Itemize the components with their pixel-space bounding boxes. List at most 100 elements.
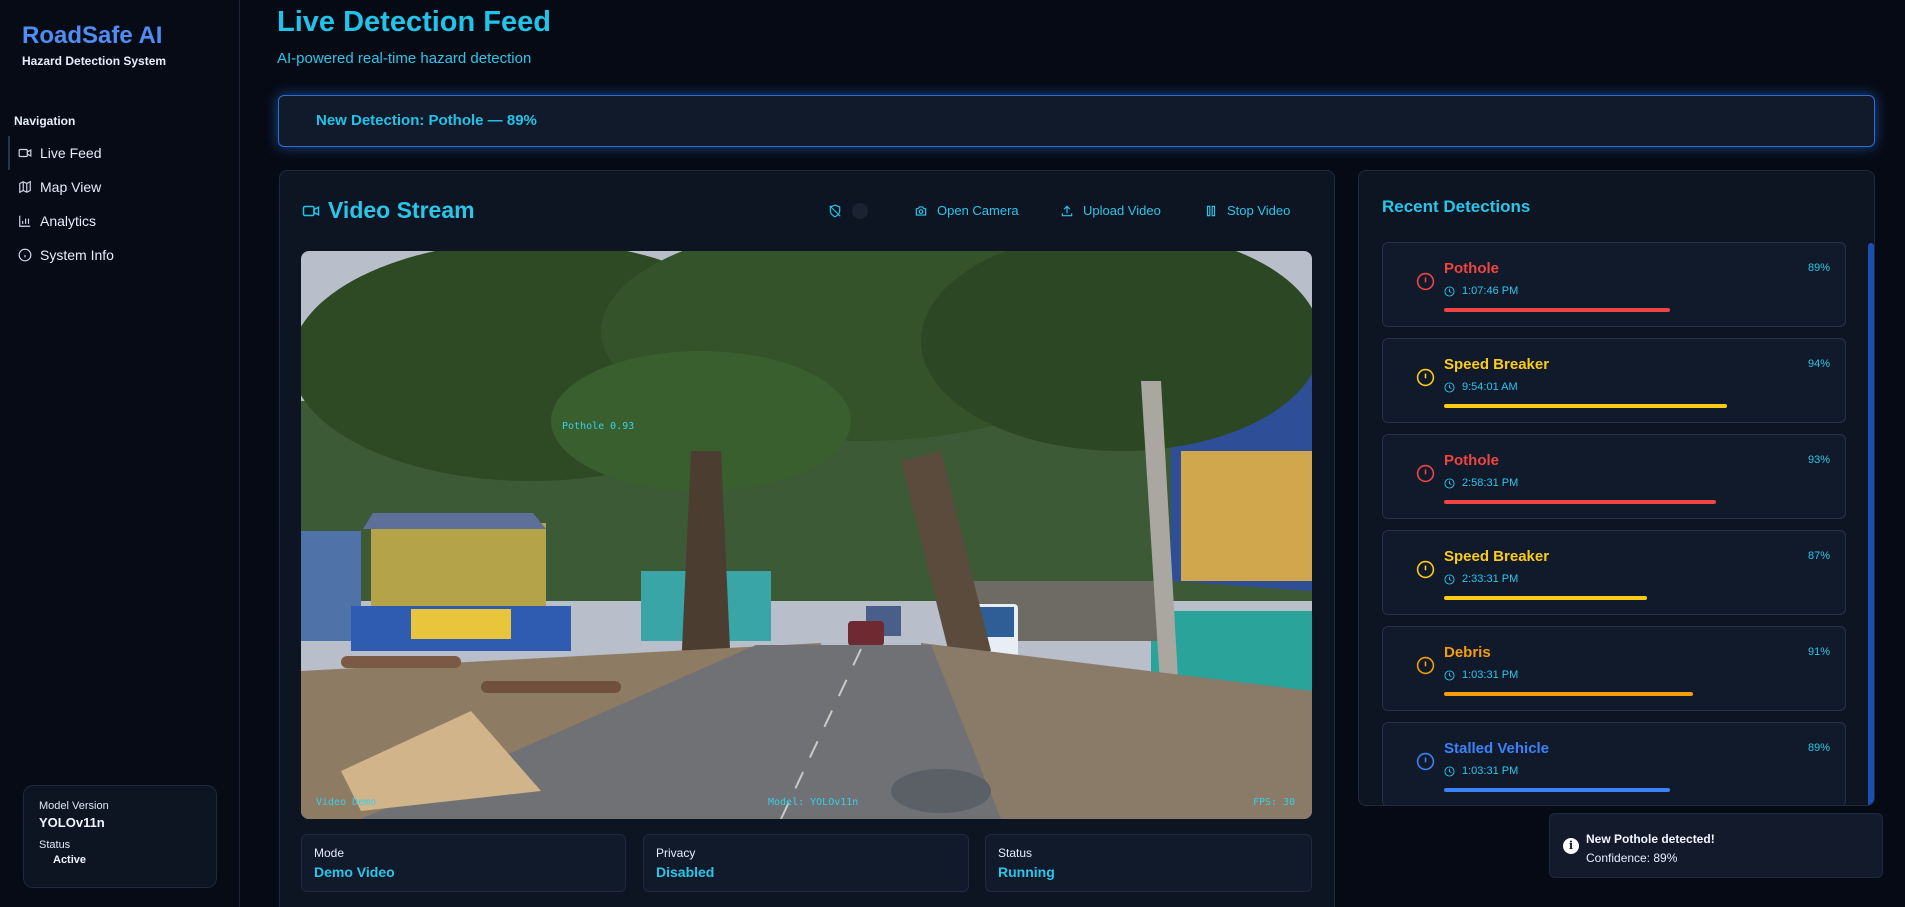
video-icon bbox=[18, 148, 32, 158]
detection-confidence: 89% bbox=[1807, 742, 1830, 754]
detection-time: 1:03:31 PM bbox=[1444, 765, 1518, 777]
clock-icon bbox=[1444, 765, 1455, 777]
detection-time-text: 1:03:31 PM bbox=[1462, 765, 1519, 777]
sidebar-item-map-view[interactable]: Map View bbox=[8, 170, 232, 204]
detection-name: Debris bbox=[1444, 644, 1491, 661]
detection-time: 1:03:31 PM bbox=[1444, 669, 1518, 681]
alert-circle-icon bbox=[1416, 560, 1435, 579]
page-title: Live Detection Feed bbox=[277, 6, 551, 38]
detection-confidence: 89% bbox=[1807, 262, 1830, 274]
open-camera-button[interactable]: Open Camera bbox=[914, 203, 1019, 218]
video-model-label: Model: YOLOv11n bbox=[768, 797, 859, 808]
model-info-card: Model Version YOLOv11n Status Active bbox=[23, 785, 217, 888]
confidence-bar bbox=[1444, 500, 1716, 504]
recent-detections-title: Recent Detections bbox=[1382, 197, 1531, 216]
sidebar-item-label: Live Feed bbox=[40, 145, 102, 161]
sidebar-item-analytics[interactable]: Analytics bbox=[8, 204, 232, 238]
brand-title: RoadSafe AI bbox=[22, 22, 163, 49]
clock-icon bbox=[1444, 285, 1455, 297]
detection-name: Stalled Vehicle bbox=[1444, 740, 1550, 757]
sidebar-item-system-info[interactable]: System Info bbox=[8, 238, 232, 272]
detection-card[interactable]: Speed Breaker 9:54:01 AM 94% bbox=[1382, 338, 1846, 423]
alert-circle-icon bbox=[1416, 464, 1435, 483]
detection-confidence: 93% bbox=[1807, 454, 1830, 466]
shield-off-icon bbox=[829, 204, 841, 218]
detection-name: Pothole bbox=[1444, 260, 1499, 277]
detection-alert-banner: New Detection: Pothole — 89% bbox=[278, 95, 1875, 147]
model-version-value: YOLOv11n bbox=[39, 815, 105, 830]
detection-time-text: 1:07:46 PM bbox=[1462, 285, 1519, 297]
privacy-label: Privacy bbox=[656, 846, 696, 860]
detection-card[interactable]: Pothole 1:07:46 PM 89% bbox=[1382, 242, 1846, 327]
alert-circle-icon bbox=[1416, 656, 1435, 675]
detection-box-label: Pothole 0.93 bbox=[562, 421, 635, 432]
detection-card[interactable]: Debris 1:03:31 PM 91% bbox=[1382, 626, 1846, 711]
map-icon bbox=[19, 180, 31, 194]
detection-confidence: 87% bbox=[1807, 550, 1830, 562]
page-subtitle: AI-powered real-time hazard detection bbox=[277, 50, 532, 67]
detection-card[interactable]: Stalled Vehicle 1:03:31 PM 89% bbox=[1382, 722, 1846, 805]
upload-video-label: Upload Video bbox=[1083, 203, 1161, 218]
privacy-toggle[interactable] bbox=[828, 203, 868, 219]
model-status-label: Status bbox=[39, 839, 71, 851]
detection-time-text: 2:33:31 PM bbox=[1462, 573, 1519, 585]
mode-label: Mode bbox=[314, 846, 345, 860]
detection-name: Speed Breaker bbox=[1444, 356, 1550, 373]
clock-icon bbox=[1444, 381, 1455, 393]
detection-time: 2:58:31 PM bbox=[1444, 477, 1518, 489]
nav-menu: Live Feed Map View Analytics System Info bbox=[8, 136, 232, 272]
alert-circle-icon bbox=[1416, 368, 1435, 387]
detection-time: 2:33:31 PM bbox=[1444, 573, 1518, 585]
mode-value: Demo Video bbox=[314, 864, 395, 880]
alert-text: New Detection: Pothole — 89% bbox=[316, 112, 537, 129]
recent-detections-list[interactable]: Pothole 1:07:46 PM 89% Speed Breaker 9:54:01… bbox=[1382, 242, 1846, 805]
info-icon: i bbox=[1563, 838, 1579, 854]
detection-time: 9:54:01 AM bbox=[1444, 381, 1518, 393]
status-value: Running bbox=[998, 864, 1055, 880]
detection-time-text: 9:54:01 AM bbox=[1462, 381, 1518, 393]
toast-body: Confidence: 89% bbox=[1586, 851, 1678, 865]
notification-toast[interactable]: i New Pothole detected! Confidence: 89% bbox=[1549, 813, 1883, 878]
video-frame[interactable]: Pothole 0.93 Video Demo Model: YOLOv11n … bbox=[301, 251, 1312, 819]
privacy-value: Disabled bbox=[656, 864, 715, 880]
confidence-bar bbox=[1444, 596, 1647, 600]
detection-confidence: 91% bbox=[1807, 646, 1830, 658]
clock-icon bbox=[1444, 669, 1455, 681]
recent-detections-panel: Recent Detections Pothole 1:07:46 PM 89% Sp… bbox=[1358, 170, 1875, 806]
confidence-bar bbox=[1444, 308, 1670, 312]
brand-subtitle: Hazard Detection System bbox=[22, 54, 167, 68]
sidebar-item-label: Map View bbox=[40, 179, 102, 195]
nav-heading: Navigation bbox=[14, 114, 76, 128]
sidebar-item-live-feed[interactable]: Live Feed bbox=[8, 136, 232, 170]
detection-time: 1:07:46 PM bbox=[1444, 285, 1518, 297]
pause-icon bbox=[1206, 205, 1216, 216]
detection-time-text: 1:03:31 PM bbox=[1462, 669, 1519, 681]
sidebar: RoadSafe AI Hazard Detection System Navi… bbox=[0, 0, 240, 907]
status-label: Status bbox=[998, 846, 1033, 860]
fps-readout: FPS: 30 bbox=[1253, 797, 1296, 808]
detection-confidence: 94% bbox=[1807, 358, 1830, 370]
privacy-card: Privacy Disabled bbox=[643, 834, 969, 892]
video-stream-header: Video Stream bbox=[302, 197, 475, 224]
alert-circle-icon bbox=[1416, 752, 1435, 771]
mode-card: Mode Demo Video bbox=[301, 834, 626, 892]
toggle-switch[interactable] bbox=[852, 203, 868, 219]
detection-card[interactable]: Speed Breaker 2:33:31 PM 87% bbox=[1382, 530, 1846, 615]
clock-icon bbox=[1444, 573, 1455, 585]
clock-icon bbox=[1444, 477, 1455, 489]
detection-card[interactable]: Pothole 2:58:31 PM 93% bbox=[1382, 434, 1846, 519]
scrollbar[interactable] bbox=[1868, 243, 1874, 805]
stop-video-button[interactable]: Stop Video bbox=[1204, 203, 1290, 218]
status-card: Status Running bbox=[985, 834, 1312, 892]
sidebar-item-label: System Info bbox=[40, 247, 114, 263]
upload-video-button[interactable]: Upload Video bbox=[1060, 203, 1161, 218]
model-status-value: Active bbox=[53, 854, 87, 866]
confidence-bar bbox=[1444, 692, 1693, 696]
alert-circle-icon bbox=[1416, 272, 1435, 291]
upload-icon bbox=[1061, 205, 1073, 216]
road-scene-image bbox=[301, 251, 1312, 819]
confidence-bar bbox=[1444, 404, 1727, 408]
detection-time-text: 2:58:31 PM bbox=[1462, 477, 1519, 489]
sidebar-item-label: Analytics bbox=[40, 213, 97, 229]
bar-chart-icon bbox=[19, 215, 31, 227]
